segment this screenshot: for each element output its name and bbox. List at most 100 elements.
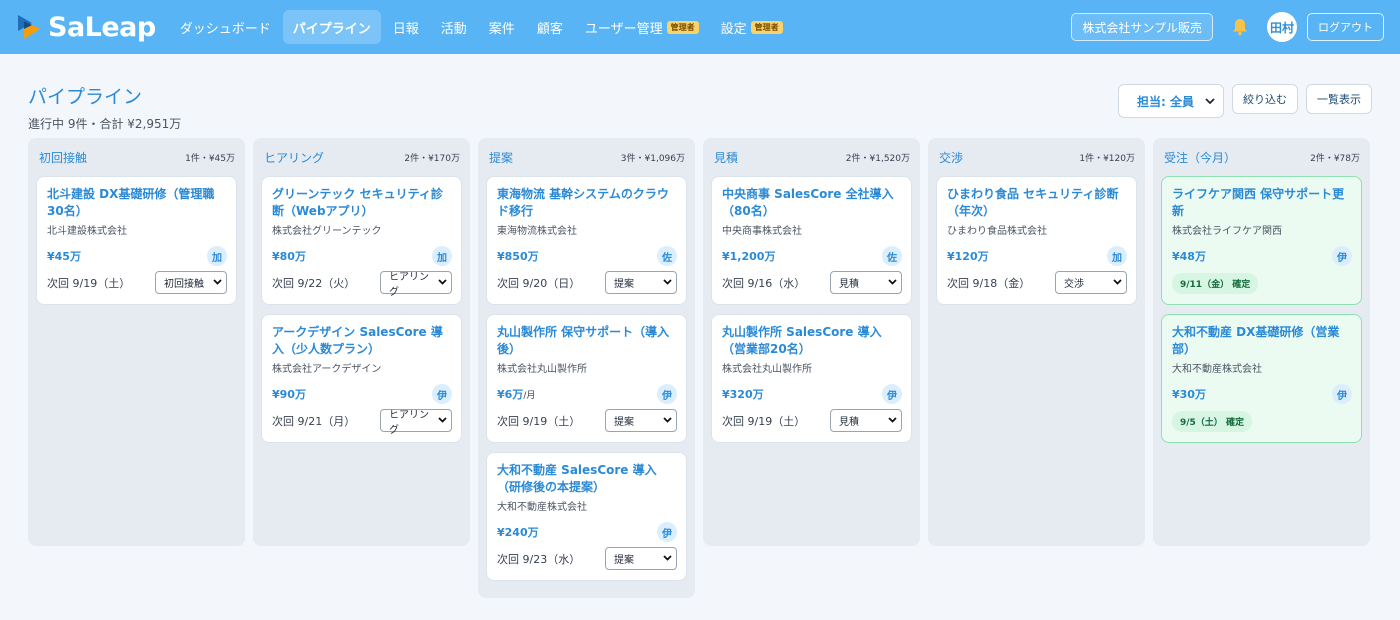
deal-company: 株式会社アークデザイン: [272, 364, 382, 375]
deal-title[interactable]: ひまわり食品 セキュリティ診断（年次）: [947, 186, 1127, 220]
column-header: ヒアリング 2件・¥170万: [261, 148, 462, 166]
deal-amount-row: ¥850万 佐: [497, 246, 677, 266]
owner-badge: 伊: [657, 522, 677, 542]
owner-badge: 加: [432, 246, 452, 266]
deal-card[interactable]: 丸山製作所 SalesCore 導入（営業部20名） 株式会社丸山製作所 ¥320万…: [711, 314, 912, 443]
deal-title[interactable]: 大和不動産 DX基礎研修（営業部）: [1172, 324, 1352, 358]
stage-select[interactable]: 交渉: [1055, 271, 1127, 294]
nav-item-label: パイプライン: [292, 21, 371, 37]
nav-item[interactable]: 日報: [383, 10, 429, 44]
deal-title[interactable]: 中央商事 SalesCore 全社導入（80名）: [722, 186, 902, 220]
deal-card[interactable]: 大和不動産 DX基礎研修（営業部） 大和不動産株式会社 ¥30万 伊 9/5（土） 確定: [1161, 314, 1362, 443]
stage-select[interactable]: 見積: [830, 271, 902, 294]
stage-select[interactable]: 見積: [830, 409, 902, 432]
column-summary: 1件・¥45万: [185, 153, 235, 164]
next-action-date: 次回 9/16（水）: [722, 276, 806, 290]
pipeline-column: 受注（今月） 2件・¥78万 ライフケア関西 保守サポート更新 株式会社ライフケア関西…: [1153, 138, 1370, 546]
company-switcher-button[interactable]: 株式会社サンプル販売: [1071, 13, 1213, 41]
deal-card[interactable]: 大和不動産 SalesCore 導入（研修後の本提案） 大和不動産株式会社 ¥240…: [486, 452, 687, 581]
owner-badge: 加: [207, 246, 227, 266]
nav-item[interactable]: ダッシュボード: [170, 10, 281, 44]
stage-select-value: 提案: [614, 555, 634, 566]
deal-company: 中央商事株式会社: [722, 226, 802, 237]
column-summary: 2件・¥1,520万: [845, 153, 910, 164]
nav-item[interactable]: ユーザー管理 管理者: [575, 10, 709, 44]
filter-button[interactable]: 絞り込む: [1232, 84, 1298, 114]
deal-title[interactable]: ライフケア関西 保守サポート更新: [1172, 186, 1352, 220]
app-logo[interactable]: SaLeap: [16, 12, 156, 43]
assignee-filter-value: 担当: 全員: [1137, 94, 1194, 109]
closed-date-badge: 9/5（土） 確定: [1172, 411, 1252, 432]
owner-badge: 伊: [1332, 246, 1352, 266]
closed-date-badge: 9/11（金） 確定: [1172, 273, 1259, 294]
stage-select[interactable]: ヒアリング: [380, 271, 452, 298]
next-action-date: 次回 9/19（土）: [47, 276, 131, 290]
deal-amount-unit: /月: [523, 391, 536, 401]
nav-item[interactable]: パイプライン: [282, 10, 381, 44]
stage-select[interactable]: 提案: [605, 271, 677, 294]
deal-title[interactable]: アークデザイン SalesCore 導入（少人数プラン）: [272, 324, 452, 358]
stage-select[interactable]: 提案: [605, 547, 677, 570]
owner-badge: 加: [1107, 246, 1127, 266]
deal-title[interactable]: グリーンテック セキュリティ診断（Webアプリ）: [272, 186, 452, 220]
stage-select[interactable]: 初回接触: [155, 271, 227, 294]
stage-select[interactable]: 提案: [605, 409, 677, 432]
deal-title[interactable]: 東海物流 基幹システムのクラウド移行: [497, 186, 677, 220]
deal-card[interactable]: 東海物流 基幹システムのクラウド移行 東海物流株式会社 ¥850万 佐次回 9/20（…: [486, 176, 687, 305]
deal-amount-row: ¥80万 加: [272, 246, 452, 266]
deal-amount: ¥30万: [1172, 386, 1206, 402]
nav-item[interactable]: 活動: [431, 10, 477, 44]
deal-title[interactable]: 丸山製作所 SalesCore 導入（営業部20名）: [722, 324, 902, 358]
chevron-down-icon: [888, 415, 897, 426]
next-action-date: 次回 9/19（土）: [722, 414, 806, 428]
pipeline-summary: 進行中 9件・合計 ¥2,951万: [28, 117, 182, 131]
top-navigation-bar: SaLeap ダッシュボード パイプライン 日報 活動 案件 顧客 ユーザー管理 管理者 設定管…: [0, 0, 1400, 54]
next-action-date: 次回 9/18（金）: [947, 276, 1031, 290]
deal-card[interactable]: 北斗建設 DX基礎研修（管理職30名） 北斗建設株式会社 ¥45万 加次回 9/19（…: [36, 176, 237, 305]
nav-item[interactable]: 案件: [479, 10, 525, 44]
column-title: ヒアリング: [264, 150, 325, 165]
deal-title[interactable]: 大和不動産 SalesCore 導入（研修後の本提案）: [497, 462, 677, 496]
deal-company: 大和不動産株式会社: [497, 502, 587, 513]
deal-card[interactable]: アークデザイン SalesCore 導入（少人数プラン） 株式会社アークデザイン ¥…: [261, 314, 462, 443]
owner-badge: 伊: [432, 384, 452, 404]
list-view-button[interactable]: 一覧表示: [1306, 84, 1372, 114]
column-header: 初回接触 1件・¥45万: [36, 148, 237, 166]
deal-card[interactable]: 丸山製作所 保守サポート（導入後） 株式会社丸山製作所 ¥6万/月 伊次回 9/19（…: [486, 314, 687, 443]
deal-card[interactable]: 中央商事 SalesCore 全社導入（80名） 中央商事株式会社 ¥1,200万 佐…: [711, 176, 912, 305]
deal-amount: ¥90万: [272, 386, 306, 402]
deal-card[interactable]: グリーンテック セキュリティ診断（Webアプリ） 株式会社グリーンテック ¥80万 加…: [261, 176, 462, 305]
assignee-filter-select[interactable]: 担当: 全員: [1118, 84, 1224, 118]
owner-badge: 伊: [882, 384, 902, 404]
deal-card[interactable]: ひまわり食品 セキュリティ診断（年次） ひまわり食品株式会社 ¥120万 加次回 9/…: [936, 176, 1137, 305]
logout-button[interactable]: ログアウト: [1307, 13, 1384, 41]
owner-badge: 佐: [657, 246, 677, 266]
nav-item[interactable]: 顧客: [527, 10, 573, 44]
column-header: 交渉 1件・¥120万: [936, 148, 1137, 166]
bell-icon[interactable]: [1229, 16, 1251, 38]
column-title: 受注（今月）: [1164, 150, 1237, 165]
deal-amount-row: ¥320万 伊: [722, 384, 902, 404]
chevron-down-icon: [213, 277, 222, 288]
deal-amount-row: ¥120万 加: [947, 246, 1127, 266]
chevron-down-icon: [1113, 277, 1122, 288]
deal-company: 東海物流株式会社: [497, 226, 577, 237]
column-summary: 3件・¥1,096万: [620, 153, 685, 164]
nav-item-label: ユーザー管理: [584, 21, 663, 37]
stage-select[interactable]: ヒアリング: [380, 409, 452, 436]
next-action-row: 次回 9/18（金） 交渉: [947, 271, 1127, 294]
nav-item-label: 日報: [392, 21, 419, 37]
deal-amount-value: ¥30万: [1172, 388, 1206, 401]
stage-select-value: ヒアリング: [389, 409, 429, 436]
stage-select-value: 提案: [614, 417, 634, 428]
deal-title[interactable]: 北斗建設 DX基礎研修（管理職30名）: [47, 186, 227, 220]
deal-title[interactable]: 丸山製作所 保守サポート（導入後）: [497, 324, 677, 358]
deal-card[interactable]: ライフケア関西 保守サポート更新 株式会社ライフケア関西 ¥48万 伊 9/11（金） …: [1161, 176, 1362, 305]
deal-company: 大和不動産株式会社: [1172, 364, 1262, 375]
deal-amount-row: ¥6万/月 伊: [497, 384, 677, 404]
nav-item[interactable]: 設定 管理者: [711, 10, 793, 44]
deal-amount-row: ¥90万 伊: [272, 384, 452, 404]
user-avatar[interactable]: 田村: [1267, 12, 1297, 42]
deal-company: ひまわり食品株式会社: [947, 226, 1047, 237]
next-action-row: 次回 9/19（土） 初回接触: [47, 271, 227, 294]
